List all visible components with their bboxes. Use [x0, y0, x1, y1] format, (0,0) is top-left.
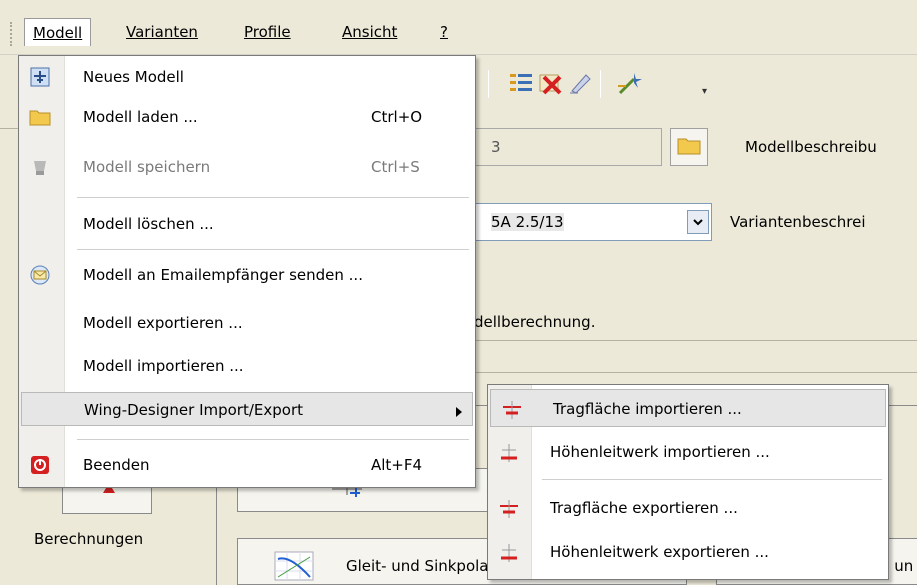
- stabilizer-export-icon: [498, 542, 520, 564]
- toolbar-separator: [600, 70, 601, 98]
- menu-separator: [77, 249, 469, 250]
- menu-item-modell-speichern[interactable]: Modell speichern Ctrl+S: [19, 150, 475, 184]
- toolbar-separator: [488, 70, 489, 98]
- submenu-item-tragflaeche-exportieren[interactable]: Tragfläche exportieren ...: [488, 489, 888, 527]
- menu-ansicht-label: Ansicht: [342, 23, 398, 41]
- menu-separator: [77, 439, 469, 440]
- submenu-separator: [542, 479, 882, 480]
- wizard-icon[interactable]: [616, 70, 642, 96]
- panel-divider: [474, 372, 917, 373]
- submenu-item-label: Höhenleitwerk exportieren ...: [550, 543, 769, 561]
- variant-description-label: Variantenbeschrei: [730, 213, 866, 231]
- menu-item-shortcut: Ctrl+S: [371, 158, 420, 176]
- open-model-button[interactable]: [670, 128, 708, 166]
- menu-varianten-label: Varianten: [126, 23, 198, 41]
- edit-icon[interactable]: [568, 70, 594, 96]
- menu-item-importieren[interactable]: Modell importieren ...: [19, 349, 475, 383]
- menu-help[interactable]: ?: [432, 18, 456, 46]
- list-edit-icon[interactable]: [508, 70, 534, 96]
- toolbar-overflow-icon[interactable]: ▾: [702, 86, 707, 97]
- wing-designer-submenu: Tragfläche importieren ... Höhenleitwerk…: [487, 384, 889, 580]
- variant-select[interactable]: 5A 2.5/13: [440, 203, 712, 241]
- submenu-item-label: Tragfläche importieren ...: [553, 400, 742, 418]
- menu-item-wing-designer[interactable]: Wing-Designer Import/Export: [21, 392, 473, 426]
- stabilizer-import-icon: [498, 442, 520, 464]
- menu-item-label: Modell laden ...: [83, 108, 198, 126]
- chevron-down-icon[interactable]: [687, 210, 709, 234]
- submenu-item-label: Tragfläche exportieren ...: [550, 499, 738, 517]
- menu-item-beenden[interactable]: Beenden Alt+F4: [19, 448, 475, 482]
- menu-profile[interactable]: Profile: [236, 18, 299, 46]
- submenu-item-hoehenleitwerk-importieren[interactable]: Höhenleitwerk importieren ...: [488, 433, 888, 471]
- exit-icon: [29, 454, 51, 476]
- menu-item-email-senden[interactable]: Modell an Emailempfänger senden ...: [19, 258, 475, 292]
- menubar: Modell Varianten Profile Ansicht ?: [0, 0, 917, 55]
- menu-help-label: ?: [440, 23, 448, 41]
- submenu-item-label: Höhenleitwerk importieren ...: [550, 443, 770, 461]
- menu-item-label: Neues Modell: [83, 68, 184, 86]
- menu-item-modell-laden[interactable]: Modell laden ... Ctrl+O: [19, 100, 475, 134]
- menu-ansicht[interactable]: Ansicht: [334, 18, 405, 46]
- menu-varianten[interactable]: Varianten: [118, 18, 206, 46]
- menu-profile-label: Profile: [244, 23, 291, 41]
- wing-export-icon: [498, 498, 520, 520]
- menu-item-label: Modell importieren ...: [83, 357, 244, 375]
- menu-item-label: Modell an Emailempfänger senden ...: [83, 266, 363, 284]
- menu-modell-label: Modell: [33, 24, 83, 42]
- folder-icon: [29, 106, 51, 128]
- menu-separator: [77, 197, 469, 198]
- modell-dropdown-menu: Neues Modell Modell laden ... Ctrl+O Mod…: [18, 55, 476, 488]
- menu-item-label: Modell löschen ...: [83, 215, 214, 233]
- email-icon: [29, 264, 51, 286]
- status-text: dellberechnung.: [474, 313, 596, 331]
- toolbar: ▾: [450, 56, 917, 118]
- model-description-label: Modellbeschreibu: [745, 138, 877, 156]
- wing-import-icon: [501, 399, 523, 421]
- menubar-grip[interactable]: [10, 22, 14, 46]
- menu-item-label: Modell exportieren ...: [83, 314, 243, 332]
- folder-icon: [677, 135, 701, 159]
- submenu-item-hoehenleitwerk-exportieren[interactable]: Höhenleitwerk exportieren ...: [488, 533, 888, 571]
- menu-item-shortcut: Ctrl+O: [371, 108, 423, 126]
- variant-select-value: 5A 2.5/13: [491, 213, 564, 231]
- submenu-item-tragflaeche-importieren[interactable]: Tragfläche importieren ...: [490, 389, 886, 427]
- menu-item-label: Wing-Designer Import/Export: [84, 401, 304, 419]
- save-icon: [29, 156, 51, 178]
- model-field-value: 3: [491, 138, 501, 156]
- menu-modell[interactable]: Modell: [24, 18, 92, 46]
- panel-divider: [474, 340, 917, 341]
- new-model-icon: [29, 66, 51, 88]
- menu-item-label: Beenden: [83, 456, 150, 474]
- menu-item-neues-modell[interactable]: Neues Modell: [19, 60, 475, 94]
- berechnungen-label: Berechnungen: [34, 530, 144, 548]
- menu-item-label: Modell speichern: [83, 158, 211, 176]
- menu-item-exportieren[interactable]: Modell exportieren ...: [19, 306, 475, 340]
- menu-item-shortcut: Alt+F4: [371, 456, 423, 474]
- submenu-arrow-icon: [455, 404, 463, 422]
- delete-list-icon[interactable]: [538, 70, 564, 96]
- polar-chart-icon: [274, 551, 314, 585]
- menu-item-modell-loeschen[interactable]: Modell löschen ...: [19, 207, 475, 241]
